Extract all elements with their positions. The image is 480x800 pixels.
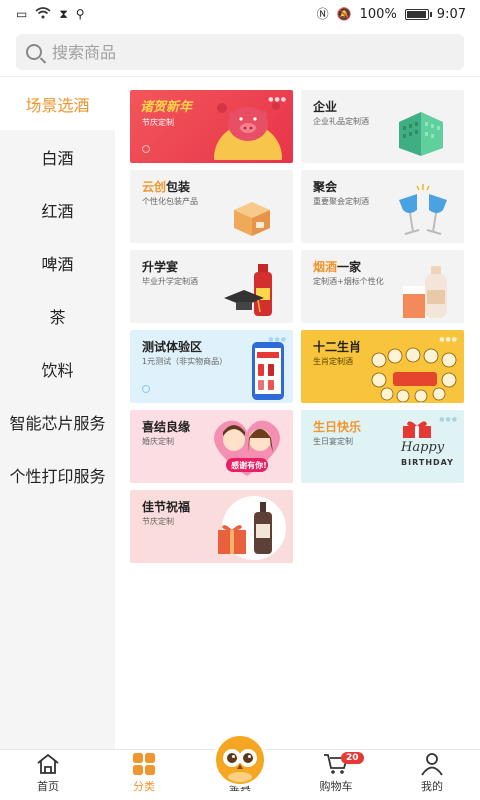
- card-subtitle: 1元测试（非实物商品）: [142, 357, 228, 366]
- card-title-rest: 包装: [166, 180, 191, 194]
- card-title: 烟酒一家: [313, 258, 361, 275]
- card-title-accent: 烟酒: [313, 260, 338, 274]
- happy-text: Happy: [401, 440, 445, 455]
- card-title: 测试体验区: [142, 340, 203, 354]
- sidebar-item-beer[interactable]: 啤酒: [0, 236, 115, 289]
- card-festival[interactable]: 诸贺新年 节庆定制 ●●●: [130, 90, 293, 163]
- sidebar-item-baijiu[interactable]: 白酒: [0, 130, 115, 183]
- category-sidebar: 场景选酒 白酒 红酒 啤酒 茶 饮料 智能芯片服务 个性打印服务: [0, 77, 115, 749]
- card-packaging[interactable]: 云创包装 个性化包装产品: [130, 170, 293, 243]
- home-icon: [37, 753, 59, 774]
- banner-text: 诸贺新年: [140, 100, 193, 115]
- graduation-cap-icon: [224, 264, 272, 316]
- search-icon: [26, 44, 42, 60]
- champagne-glasses-icon: [399, 184, 447, 235]
- nav-mine-label: 我的: [421, 780, 443, 793]
- usb-icon: ⚲: [75, 7, 85, 21]
- card-title-accent: 云创: [142, 180, 167, 194]
- sidebar-item-tea[interactable]: 茶: [0, 289, 115, 342]
- card-party[interactable]: 聚会 重要聚会定制酒: [301, 170, 464, 243]
- card-holiday[interactable]: 佳节祝福 节庆定制: [130, 490, 293, 563]
- phone-icon: [252, 342, 284, 400]
- birthday-text: BIRTHDAY: [401, 458, 454, 467]
- decor-dots: ●●●: [439, 336, 458, 343]
- nav-home[interactable]: 首页: [0, 750, 96, 800]
- card-tobacco-wine[interactable]: 烟酒一家 定制酒+烟标个性化: [301, 250, 464, 323]
- nav-mine[interactable]: 我的: [384, 750, 480, 800]
- zodiac-animals-icon: [371, 347, 457, 402]
- card-title: 生日快乐: [313, 420, 362, 434]
- card-test-zone[interactable]: 测试体验区 1元测试（非实物商品） ●●●: [130, 330, 293, 403]
- hourglass-icon: ⧗: [59, 7, 68, 21]
- user-icon: [421, 753, 443, 776]
- mute-icon: 🔕: [336, 7, 352, 21]
- decor-dots: ●●●: [268, 96, 287, 103]
- card-title: 升学宴: [142, 260, 179, 274]
- battery-percent: 100%: [359, 6, 397, 22]
- nfc-icon: Ⓝ: [316, 7, 329, 21]
- search-input[interactable]: [52, 42, 432, 62]
- nav-cart-label: 购物车: [319, 780, 353, 793]
- sidebar-item-scene[interactable]: 场景选酒: [0, 77, 115, 130]
- status-bar: ▭ ⧗ ⚲ Ⓝ 🔕 100% 9:07: [0, 0, 480, 28]
- card-title: 云创包装: [142, 178, 190, 195]
- card-zodiac[interactable]: 十二生肖 生肖定制酒 ●●●: [301, 330, 464, 403]
- sidebar-item-drinks[interactable]: 饮料: [0, 342, 115, 395]
- card-subtitle: 重要聚会定制酒: [313, 197, 369, 206]
- card-title: 聚会: [313, 180, 338, 194]
- nav-category-label: 分类: [133, 780, 155, 793]
- card-subtitle: 生日宴定制: [313, 437, 353, 446]
- box-icon: [234, 202, 270, 236]
- nav-home-label: 首页: [37, 780, 59, 793]
- card-enterprise[interactable]: 企业 企业礼品定制酒: [301, 90, 464, 163]
- decor-dots: ●●●: [439, 416, 458, 423]
- card-title-rest: 一家: [337, 260, 362, 274]
- verify-owl-button[interactable]: [213, 733, 267, 787]
- sidebar-item-chip-service[interactable]: 智能芯片服务: [0, 395, 115, 448]
- card-subtitle: 节庆定制: [142, 517, 174, 526]
- gift-bottle-icon: [218, 496, 286, 560]
- decor-ring: [142, 385, 150, 393]
- sidebar-item-print-service[interactable]: 个性打印服务: [0, 448, 115, 501]
- card-subtitle: 定制酒+烟标个性化: [313, 277, 384, 286]
- card-title: 十二生肖: [313, 340, 362, 354]
- grid-icon: [133, 753, 155, 775]
- card-title: 企业: [313, 100, 338, 114]
- thanks-bubble: 感谢有你!: [231, 461, 267, 470]
- card-subtitle: 毕业升学定制酒: [142, 277, 198, 286]
- sidebar-item-wine[interactable]: 红酒: [0, 183, 115, 236]
- card-graduation[interactable]: 升学宴 毕业升学定制酒: [130, 250, 293, 323]
- cart-badge: 20: [341, 752, 364, 764]
- card-subtitle: 婚庆定制: [142, 437, 174, 446]
- card-subtitle: 生肖定制酒: [313, 357, 353, 366]
- card-title: 喜结良缘: [142, 420, 191, 434]
- card-wedding[interactable]: 喜结良缘 婚庆定制 感谢有你!: [130, 410, 293, 483]
- decor-ring: [142, 145, 150, 153]
- building-icon: [399, 112, 443, 156]
- card-subtitle: 个性化包装产品: [142, 197, 198, 206]
- gift-box-icon: [403, 421, 431, 438]
- nav-cart[interactable]: 20 购物车: [288, 750, 384, 800]
- pig-icon: [214, 102, 282, 160]
- clock: 9:07: [436, 6, 466, 22]
- card-subtitle: 节庆定制: [142, 118, 174, 127]
- owl-icon: [216, 736, 264, 784]
- wifi-icon: [35, 7, 51, 21]
- bottle-pack-icon: [403, 266, 447, 318]
- nav-category[interactable]: 分类: [96, 750, 192, 800]
- battery-icon: [404, 8, 432, 20]
- card-birthday[interactable]: 生日快乐 生日宴定制 Happy BIRTHDAY ●●●: [301, 410, 464, 483]
- decor-dots: ●●●: [268, 336, 287, 343]
- search-bar[interactable]: [16, 34, 464, 70]
- card-subtitle: 企业礼品定制酒: [313, 117, 369, 126]
- card-title: 佳节祝福: [142, 500, 191, 514]
- sim-icon: ▭: [16, 7, 28, 21]
